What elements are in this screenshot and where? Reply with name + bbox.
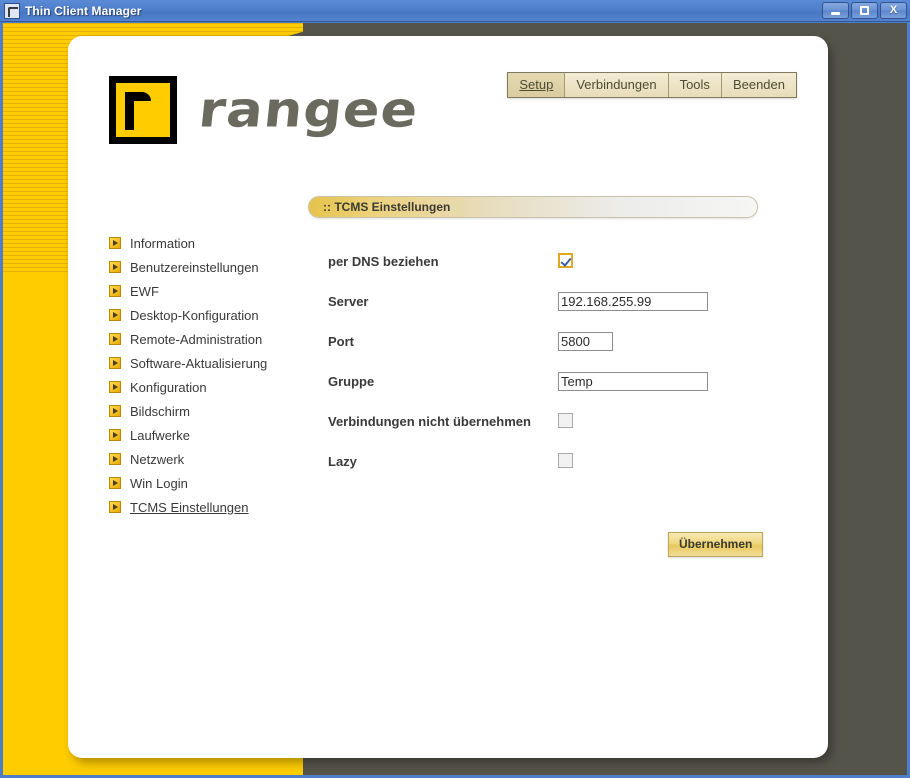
- gruppe-input[interactable]: [558, 371, 708, 391]
- sidebar-item-tcms-einstellungen[interactable]: TCMS Einstellungen: [109, 495, 309, 519]
- maximize-button[interactable]: [851, 2, 878, 19]
- arrow-right-icon: [109, 333, 121, 345]
- arrow-right-icon: [109, 309, 121, 321]
- lazy-checkbox[interactable]: [558, 453, 573, 469]
- server-input[interactable]: [558, 291, 708, 311]
- port-input[interactable]: [558, 331, 613, 351]
- sidebar-item-label: Laufwerke: [130, 427, 190, 443]
- sidebar-item-laufwerke[interactable]: Laufwerke: [109, 423, 309, 447]
- sidebar-item-benutzereinstellungen[interactable]: Benutzereinstellungen: [109, 255, 309, 279]
- no-connections-checkbox[interactable]: [558, 413, 573, 429]
- dns-checkbox[interactable]: [558, 253, 573, 269]
- arrow-right-icon: [109, 477, 121, 489]
- brand-wordmark: rangee: [195, 81, 422, 139]
- menu-item-setup[interactable]: Setup: [508, 73, 566, 97]
- sidebar-item-label: Software-Aktualisierung: [130, 355, 268, 371]
- minimize-icon: [823, 3, 848, 18]
- maximize-icon: [852, 3, 877, 18]
- sidebar-item-label: Benutzereinstellungen: [130, 259, 259, 275]
- sidebar-item-konfiguration[interactable]: Konfiguration: [109, 375, 309, 399]
- server-label: Server: [328, 293, 369, 309]
- field-row-lazy: Lazy: [328, 441, 768, 481]
- no-connections-label: Verbindungen nicht übernehmen: [328, 413, 531, 429]
- rangee-logo-mark: [109, 76, 177, 144]
- gruppe-label: Gruppe: [328, 373, 375, 389]
- field-row-port: Port: [328, 321, 768, 361]
- apply-button-container: Übernehmen: [668, 532, 764, 557]
- sidebar-item-label: Win Login: [130, 475, 188, 491]
- window-title: Thin Client Manager: [25, 3, 142, 18]
- gruppe-control: [558, 371, 768, 391]
- title-bar: Thin Client Manager X: [0, 0, 910, 22]
- client-area: rangee Setup Verbindungen Tools Beenden …: [3, 23, 907, 775]
- sidebar-item-remote-administration[interactable]: Remote-Administration: [109, 327, 309, 351]
- brand-logo: rangee: [109, 76, 422, 144]
- menu-item-beenden[interactable]: Beenden: [721, 73, 796, 97]
- sidebar-item-label: TCMS Einstellungen: [130, 499, 249, 515]
- menu-item-tools[interactable]: Tools: [668, 73, 722, 97]
- field-row-dns: per DNS beziehen: [328, 241, 768, 281]
- panel-title: :: TCMS Einstellungen: [323, 200, 451, 214]
- sidebar-item-ewf[interactable]: EWF: [109, 279, 309, 303]
- close-icon: X: [889, 4, 898, 16]
- arrow-right-icon: [109, 237, 121, 249]
- lazy-control: [558, 452, 768, 470]
- sidebar-nav: Information Benutzereinstellungen EWF De…: [109, 231, 309, 519]
- arrow-right-icon: [109, 429, 121, 441]
- dns-label: per DNS beziehen: [328, 253, 439, 269]
- sidebar-item-label: EWF: [130, 283, 159, 299]
- minimize-button[interactable]: [822, 2, 849, 19]
- port-control: [558, 331, 768, 351]
- sidebar-item-netzwerk[interactable]: Netzwerk: [109, 447, 309, 471]
- no-connections-control: [558, 412, 768, 430]
- rangee-logo-glyph: [116, 83, 170, 137]
- sidebar-item-label: Konfiguration: [130, 379, 207, 395]
- field-row-gruppe: Gruppe: [328, 361, 768, 401]
- apply-button[interactable]: Übernehmen: [668, 532, 764, 557]
- main-menu: Setup Verbindungen Tools Beenden: [507, 72, 797, 98]
- sidebar-item-label: Bildschirm: [130, 403, 190, 419]
- arrow-right-icon: [109, 285, 121, 297]
- arrow-right-icon: [109, 357, 121, 369]
- panel-header: :: TCMS Einstellungen: [308, 196, 758, 218]
- sidebar-item-information[interactable]: Information: [109, 231, 309, 255]
- app-logo-icon: [4, 2, 20, 19]
- arrow-right-icon: [109, 261, 121, 273]
- sidebar-item-desktop-konfiguration[interactable]: Desktop-Konfiguration: [109, 303, 309, 327]
- sidebar-item-software-aktualisierung[interactable]: Software-Aktualisierung: [109, 351, 309, 375]
- port-label: Port: [328, 333, 354, 349]
- tcms-settings-form: per DNS beziehen Server Port: [328, 241, 768, 481]
- close-button[interactable]: X: [880, 2, 907, 19]
- sidebar-item-label: Netzwerk: [130, 451, 185, 467]
- content-card: rangee Setup Verbindungen Tools Beenden …: [68, 36, 828, 758]
- arrow-right-icon: [109, 501, 121, 513]
- field-row-server: Server: [328, 281, 768, 321]
- menu-item-verbindungen[interactable]: Verbindungen: [565, 73, 669, 97]
- server-control: [558, 291, 768, 311]
- arrow-right-icon: [109, 405, 121, 417]
- field-row-no-connections: Verbindungen nicht übernehmen: [328, 401, 768, 441]
- window-controls: X: [822, 2, 907, 19]
- arrow-right-icon: [109, 381, 121, 393]
- sidebar-item-label: Desktop-Konfiguration: [130, 307, 259, 323]
- arrow-right-icon: [109, 453, 121, 465]
- lazy-label: Lazy: [328, 453, 357, 469]
- sidebar-item-label: Information: [130, 235, 196, 251]
- sidebar-item-win-login[interactable]: Win Login: [109, 471, 309, 495]
- sidebar-item-bildschirm[interactable]: Bildschirm: [109, 399, 309, 423]
- dns-control: [558, 252, 768, 270]
- sidebar-item-label: Remote-Administration: [130, 331, 263, 347]
- application-window: Thin Client Manager X rangee Setup Verbi…: [0, 0, 910, 778]
